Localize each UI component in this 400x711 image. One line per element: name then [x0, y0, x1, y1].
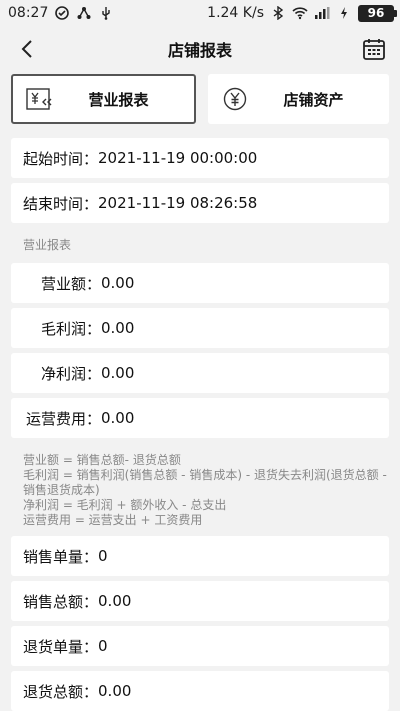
metric-value: 0.00 — [101, 364, 135, 382]
chevron-left-icon — [21, 40, 32, 58]
metric-label: 毛利润： — [40, 319, 101, 338]
nav-bar: 店铺报表 — [0, 26, 400, 72]
formula-notes: 营业额 = 销售总额- 退货总额 毛利润 = 销售利润(销售总额 - 销售成本)… — [11, 443, 389, 536]
status-bar: 08:27 1.24 K/s 96 — [0, 0, 400, 26]
sales-label: 退货单量： — [23, 637, 99, 656]
formula-note: 净利润 = 毛利润 + 额外收入 - 总支出 — [23, 498, 227, 512]
network-speed: 1.24 K/s — [207, 5, 264, 21]
start-time-value: 2021-11-19 00:00:00 — [98, 149, 258, 167]
metric-row-net-profit: 净利润： 0.00 — [11, 353, 389, 393]
metric-label: 营业额： — [40, 274, 101, 293]
sales-value: 0.00 — [98, 592, 132, 610]
report-tabs: 营业报表 店铺资产 — [0, 74, 400, 124]
end-time-value: 2021-11-19 08:26:58 — [98, 194, 258, 212]
formula-note: 毛利润 = 销售利润(销售总额 - 销售成本) - 退货失去利润(退货总额 - … — [23, 468, 387, 497]
status-time: 08:27 — [8, 5, 49, 21]
metric-value: 0.00 — [101, 319, 135, 337]
sales-value: 0.00 — [98, 682, 132, 700]
sales-label: 退货总额： — [23, 682, 99, 701]
sales-row-return-total: 退货总额： 0.00 — [11, 671, 389, 711]
start-time-row[interactable]: 起始时间： 2021-11-19 00:00:00 — [11, 138, 389, 178]
metric-label: 运营费用： — [25, 409, 101, 428]
tab-business-report[interactable]: 营业报表 — [11, 74, 196, 124]
sales-row-return-count: 退货单量： 0 — [11, 626, 389, 666]
bluetooth-icon — [270, 5, 286, 21]
share-icon — [76, 5, 92, 21]
metric-label: 净利润： — [40, 364, 101, 383]
check-circle-icon — [54, 5, 70, 21]
calendar-button[interactable] — [360, 35, 388, 63]
signal-icon — [314, 5, 330, 21]
sales-row-total: 销售总额： 0.00 — [11, 581, 389, 621]
yen-circle-icon — [220, 86, 250, 112]
end-time-row[interactable]: 结束时间： 2021-11-19 08:26:58 — [11, 183, 389, 223]
status-bar-right: 1.24 K/s 96 — [207, 4, 397, 22]
formula-note: 营业额 = 销售总额- 退货总额 — [23, 453, 181, 467]
calendar-icon — [363, 39, 385, 60]
usb-icon — [98, 5, 114, 21]
charging-icon — [336, 5, 352, 21]
sales-value: 0 — [98, 637, 108, 655]
sales-row-order-count: 销售单量： 0 — [11, 536, 389, 576]
metric-row-revenue: 营业额： 0.00 — [11, 263, 389, 303]
tab-store-assets[interactable]: 店铺资产 — [208, 74, 389, 124]
report-yen-icon — [25, 86, 55, 112]
section-title: 营业报表 — [23, 238, 72, 252]
page-title: 店铺报表 — [167, 41, 232, 60]
back-button[interactable] — [14, 36, 40, 62]
start-time-label: 起始时间： — [23, 149, 99, 168]
metric-row-gross-profit: 毛利润： 0.00 — [11, 308, 389, 348]
formula-note: 运营费用 = 运营支出 + 工资费用 — [23, 513, 203, 527]
sales-value: 0 — [98, 547, 108, 565]
report-content: 起始时间： 2021-11-19 00:00:00 结束时间： 2021-11-… — [0, 138, 400, 711]
sales-label: 销售总额： — [23, 592, 99, 611]
battery-indicator: 96 — [358, 4, 397, 22]
status-bar-left: 08:27 — [8, 5, 114, 21]
sales-label: 销售单量： — [23, 547, 99, 566]
metric-value: 0.00 — [101, 274, 135, 292]
metric-row-operating-cost: 运营费用： 0.00 — [11, 398, 389, 438]
metric-value: 0.00 — [101, 409, 135, 427]
wifi-icon — [292, 5, 308, 21]
end-time-label: 结束时间： — [23, 194, 99, 213]
